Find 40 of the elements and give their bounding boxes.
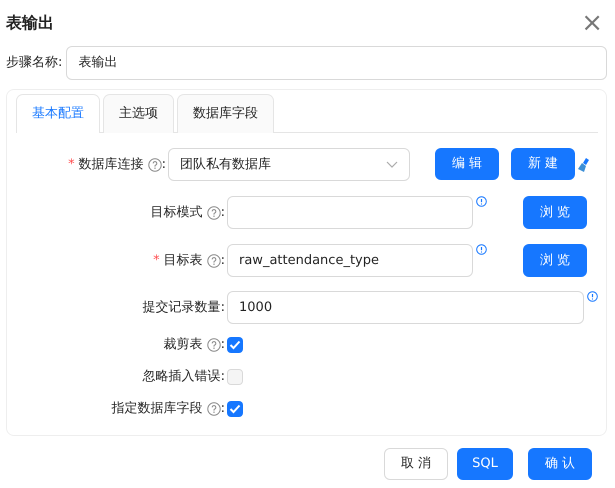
select-field[interactable]: 团队私有数据库 xyxy=(168,148,410,181)
footer-button[interactable]: 确 认 xyxy=(528,448,592,480)
input-field[interactable]: raw_attendance_type xyxy=(227,244,473,277)
checkbox[interactable] xyxy=(227,400,243,416)
field-label: 目标模式 xyxy=(150,204,203,222)
browse-button[interactable]: 浏 览 xyxy=(523,244,587,277)
colon-text: : xyxy=(220,336,225,354)
checkbox[interactable] xyxy=(227,368,243,384)
footer-button[interactable]: 取 消 xyxy=(384,448,448,480)
tab[interactable]: 基本配置 xyxy=(16,94,100,132)
checkbox[interactable] xyxy=(227,336,243,352)
field-label: 提交记录数量 xyxy=(142,298,221,317)
field-label: 数据库连接 xyxy=(78,156,144,174)
colon-text: : xyxy=(220,204,225,222)
step-name-label: 步骤名称: xyxy=(6,54,62,72)
colon-text: : xyxy=(220,298,225,317)
tab[interactable]: 主选项 xyxy=(103,94,174,132)
tab[interactable]: 数据库字段 xyxy=(177,94,274,132)
broom-icon[interactable] xyxy=(577,156,591,172)
browse-button[interactable]: 浏 览 xyxy=(523,196,587,229)
colon-text: : xyxy=(220,252,225,270)
dialog-title: 表输出 xyxy=(6,12,54,34)
field-label: 忽略插入错误 xyxy=(142,368,221,386)
colon-text: : xyxy=(220,400,225,418)
input-field[interactable] xyxy=(227,196,473,229)
field-label: 裁剪表 xyxy=(164,336,203,354)
select-value: 团队私有数据库 xyxy=(180,156,271,174)
field-label: 指定数据库字段 xyxy=(112,400,203,418)
action-button[interactable]: 编 辑 xyxy=(435,148,499,180)
action-button[interactable]: 新 建 xyxy=(511,148,575,180)
colon-text: : xyxy=(220,368,225,386)
close-button[interactable]: × xyxy=(577,10,607,36)
field-label: 目标表 xyxy=(164,252,203,270)
required-mark: * xyxy=(153,252,160,270)
input-field[interactable]: 1000 xyxy=(227,291,584,324)
required-mark: * xyxy=(68,156,75,174)
colon-text: : xyxy=(162,156,166,174)
footer-button[interactable]: SQL xyxy=(457,448,513,480)
step-name-field[interactable]: 表输出 xyxy=(66,46,607,80)
caret-icon xyxy=(386,160,398,168)
